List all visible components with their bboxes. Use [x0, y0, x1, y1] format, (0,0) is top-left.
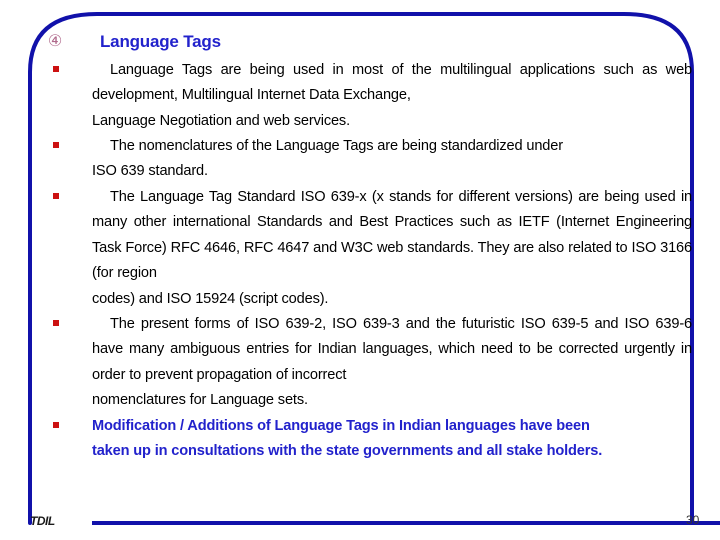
- bullet-line: taken up in consultations with the state…: [92, 443, 603, 460]
- bullet-line: The Language Tag Standard ISO 639-x (x s…: [110, 189, 573, 205]
- slide-canvas: ④ Language Tags Language Tags are being …: [0, 0, 720, 540]
- bullet-text-3: The Language Tag Standard ISO 639-x (x s…: [92, 185, 692, 312]
- bullet-text-4: The present forms of ISO 639-2, ISO 639-…: [92, 312, 692, 414]
- page-number: 30: [686, 513, 700, 527]
- bullet-line: The nomenclatures of the Language Tags a…: [110, 138, 563, 154]
- bullet-square-icon: [53, 193, 59, 199]
- bullet-square-icon: [53, 142, 59, 148]
- bullet-line: The present forms of ISO 639-2, ISO 639-…: [110, 316, 589, 332]
- bullet-square-icon: [53, 422, 59, 428]
- page-title: Language Tags: [100, 32, 221, 51]
- circled-number-icon: ④: [47, 31, 63, 50]
- bullet-line: Modification / Additions of Language Tag…: [92, 418, 590, 434]
- bullet-line: nomenclatures for Language sets.: [92, 392, 308, 409]
- bullet-square-icon: [53, 66, 59, 72]
- bullet-text-5: Modification / Additions of Language Tag…: [92, 414, 692, 465]
- bullet-line: codes) and ISO 15924 (script codes).: [92, 290, 329, 307]
- slide-heading: ④ Language Tags: [44, 31, 694, 57]
- bullet-line: Language Tags are being used in most of …: [110, 62, 596, 78]
- footer-divider: [92, 521, 720, 525]
- bullet-square-icon: [53, 320, 59, 326]
- footer-brand-label: TDIL: [30, 514, 55, 528]
- bullet-text-2: The nomenclatures of the Language Tags a…: [92, 134, 692, 185]
- bullet-line: Language Negotiation and web services.: [92, 112, 350, 129]
- bullet-line: ISO 639 standard.: [92, 163, 208, 180]
- bullet-text-1: Language Tags are being used in most of …: [92, 58, 692, 134]
